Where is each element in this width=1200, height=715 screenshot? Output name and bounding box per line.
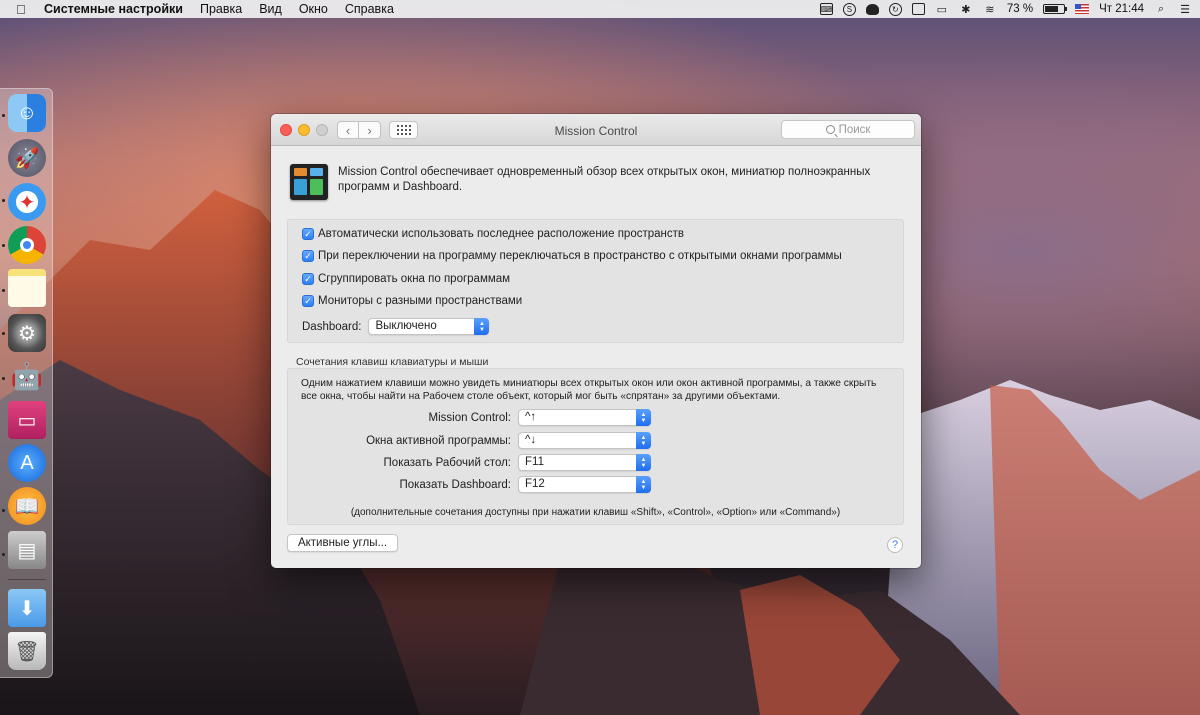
search-placeholder: Поиск [838,123,871,136]
updown-arrows-icon: ▲ ▼ [474,318,490,335]
menu-edit[interactable]: Правка [200,2,242,16]
shortcut-value: ^↑ [525,411,537,423]
launchpad-icon[interactable]: 🚀 [8,139,46,177]
shortcut-select-show-desktop[interactable]: F11 ▲ ▼ [518,454,651,471]
option-label: Автоматически использовать последнее рас… [318,228,685,240]
dock-running-dot [2,332,5,335]
dashboard-select[interactable]: Выключено ▲ ▼ [368,318,490,335]
battery-fill [1045,6,1059,12]
updown-arrows-icon: ▲ ▼ [636,454,651,471]
updown-arrows-icon: ▲ ▼ [636,409,651,426]
flag-us-icon[interactable] [1075,4,1090,14]
list-icon[interactable]: ☰ [1178,3,1192,16]
apple-menu-icon[interactable]:  [16,2,30,17]
app-store-icon[interactable]: A [8,444,46,482]
downloads-folder-icon[interactable]: ⬇ [8,589,46,627]
menu-help[interactable]: Справка [345,2,394,16]
dock-running-dot [2,377,5,380]
checkbox-checked-icon[interactable]: ✓ [302,273,314,285]
dock: ☺ 🚀 ✦ ⚙ 🤖 ▭ A 📖 ▤ ⬇ 🗑 [0,88,53,678]
shortcut-value: ^↓ [525,434,537,446]
chrome-icon[interactable] [8,226,46,264]
ibooks-icon[interactable]: 📖 [8,487,46,525]
checkbox-checked-icon[interactable]: ✓ [302,250,314,262]
option-label: Сгруппировать окна по программам [318,273,511,285]
shortcut-label: Окна активной программы: [366,434,511,447]
cleanmymac-icon[interactable]: ▭ [8,401,46,439]
option-label: Мониторы с разными пространствами [318,295,523,307]
shortcut-row: Показать Рабочий стол: F11 ▲ ▼ [288,454,651,471]
search-field[interactable]: Поиск [781,120,915,139]
checkbox-checked-icon[interactable]: ✓ [302,295,314,307]
option-row[interactable]: ✓ Сгруппировать окна по программам [302,273,510,285]
search-icon [825,125,835,134]
option-row[interactable]: ✓ Мониторы с разными пространствами [302,295,522,307]
dock-separator [8,579,46,580]
skype-icon[interactable]: S [842,2,856,16]
title-bar: ‹ › Mission Control Поиск [271,114,921,146]
clock[interactable]: Чт 21:44 [1099,3,1144,15]
hat-icon[interactable] [865,3,879,15]
box-icon[interactable] [911,3,925,15]
search-icon[interactable]: ⌕ [1154,3,1168,16]
dashboard-select-value: Выключено [375,320,437,332]
dock-running-dot [2,244,5,247]
dock-running-dot [2,289,5,292]
system-preferences-icon[interactable]: ⚙ [8,314,46,352]
text-input-icon[interactable]: ⌨ [819,3,833,15]
preview-icon[interactable]: ▤ [8,531,46,569]
dashboard-label: Dashboard: [302,320,362,333]
shortcuts-panel: Одним нажатием клавиши можно увидеть мин… [287,368,904,525]
updown-arrows-icon: ▲ ▼ [636,476,651,493]
trash-icon[interactable]: 🗑 [8,632,46,670]
menu-window[interactable]: Окно [299,2,328,16]
status-area: ⌨ S ↻ ▭ ✱ ≋ 73 % Чт 21:44 ⌕ ☰ [819,0,1192,18]
dock-running-dot [2,509,5,512]
battery-percent[interactable]: 73 % [1007,3,1033,15]
shortcut-label: Mission Control: [428,411,511,424]
finder-icon[interactable]: ☺ [8,94,46,132]
battery-icon[interactable] [1043,4,1068,14]
shortcut-label: Показать Рабочий стол: [383,456,511,469]
dock-running-dot [2,553,5,556]
option-row[interactable]: ✓ При переключении на программу переключ… [302,250,842,262]
dock-running-dot [2,199,5,202]
menu-bar:  Системные настройки Правка Вид Окно Сп… [0,0,1200,18]
shortcut-row: Окна активной программы: ^↓ ▲ ▼ [288,432,651,449]
options-panel: ✓ Автоматически использовать последнее р… [287,219,904,343]
menu-view[interactable]: Вид [259,2,282,16]
shortcut-row: Показать Dashboard: F12 ▲ ▼ [288,476,651,493]
shortcut-value: F12 [525,478,545,490]
help-button[interactable]: ? [887,537,903,553]
shortcuts-footnote: (дополнительные сочетания доступны при н… [350,507,841,518]
mission-control-window: ‹ › Mission Control Поиск Mission Contro… [271,114,921,568]
wifi-icon[interactable]: ≋ [983,3,997,16]
shortcut-select-mission-control[interactable]: ^↑ ▲ ▼ [518,409,651,426]
shortcut-select-show-dashboard[interactable]: F12 ▲ ▼ [518,476,651,493]
checkbox-checked-icon[interactable]: ✓ [302,228,314,240]
sync-icon[interactable]: ↻ [888,2,902,16]
notes-icon[interactable] [8,269,46,307]
option-row[interactable]: ✓ Автоматически использовать последнее р… [302,228,684,240]
safari-icon[interactable]: ✦ [8,183,46,221]
shortcuts-description: Одним нажатием клавиши можно увидеть мин… [301,378,877,402]
automator-icon[interactable]: 🤖 [8,357,46,395]
option-label: При переключении на программу переключат… [318,250,842,262]
shortcut-value: F11 [525,456,544,468]
dock-running-dot [2,114,5,117]
hot-corners-button[interactable]: Активные углы... [287,534,398,552]
shortcut-select-app-windows[interactable]: ^↓ ▲ ▼ [518,432,651,449]
pane-icon-wrap [290,164,328,200]
shortcut-label: Показать Dashboard: [399,478,511,491]
shortcuts-section-title: Сочетания клавиш клавиатуры и мыши [296,356,489,368]
pane-description: Mission Control обеспечивает одновременн… [338,166,871,193]
airplay-icon[interactable]: ▭ [935,3,949,16]
dashboard-row: Dashboard: Выключено ▲ ▼ [302,318,490,335]
mission-control-icon [290,164,328,200]
updown-arrows-icon: ▲ ▼ [636,432,651,449]
shortcut-row: Mission Control: ^↑ ▲ ▼ [288,409,651,426]
bluetooth-icon[interactable]: ✱ [959,3,973,16]
menu-app-name[interactable]: Системные настройки [44,2,183,16]
